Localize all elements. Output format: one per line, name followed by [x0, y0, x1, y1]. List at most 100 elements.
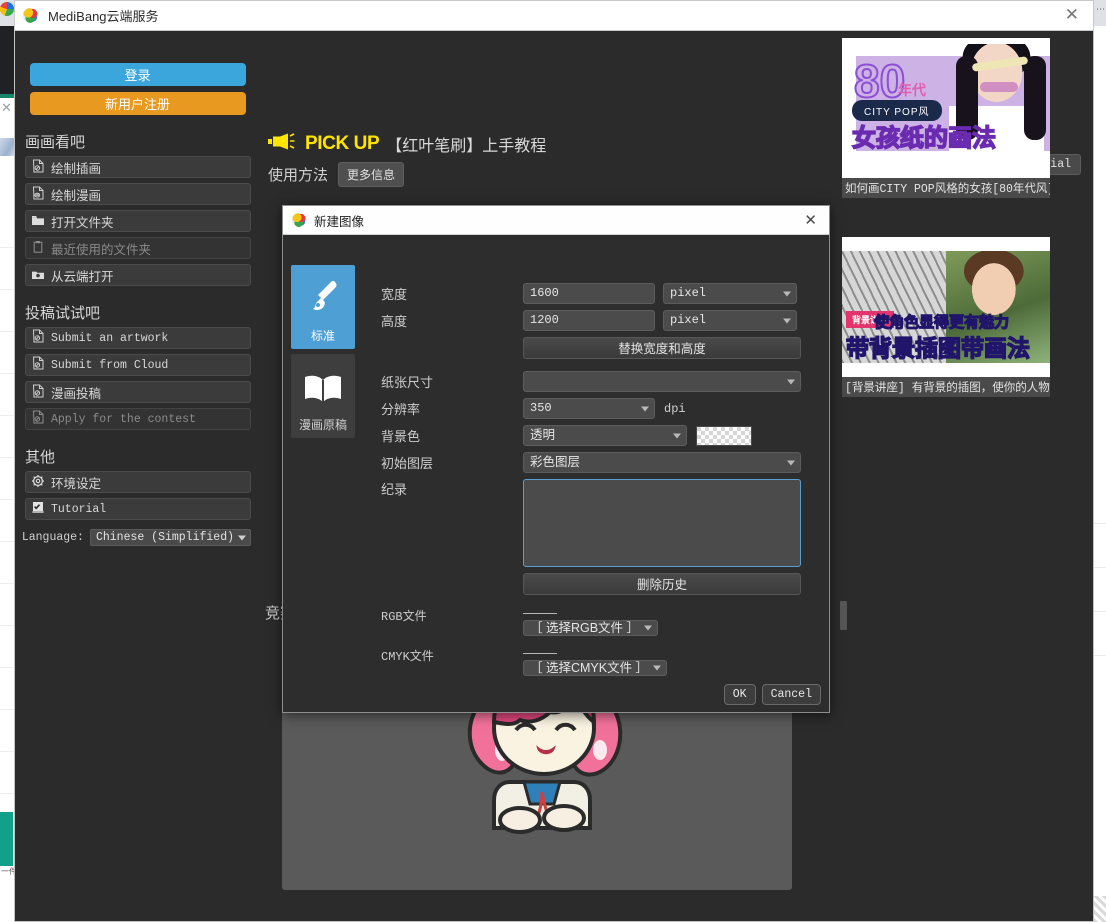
sidebar-item-label: 最近使用的文件夹: [51, 242, 152, 257]
cmyk-file-label: CMYK文件: [381, 650, 434, 664]
height-unit-value: pixel: [670, 313, 707, 327]
width-label: 宽度: [381, 287, 408, 302]
dialog-body: 标准 漫画原稿 宽度 1600 pixel 高度 1200 pixel 替换宽度…: [283, 235, 829, 713]
initial-layer-select[interactable]: 彩色图层: [523, 452, 801, 473]
sidebar-item-apply-contest[interactable]: Apply for the contest: [25, 408, 251, 430]
initial-layer-value: 彩色图层: [530, 455, 581, 469]
background-color-select[interactable]: 透明: [523, 425, 687, 446]
language-select[interactable]: Chinese (Simplified): [89, 529, 251, 546]
sidebar: 登录 新用户注册 画画看吧 绘制插画 绘制漫画 打开文件夹 最近使用的文件夹 从…: [15, 32, 260, 921]
background-right-rows: [1094, 480, 1106, 680]
chevron-down-icon: [641, 406, 649, 411]
tutorial-card-2[interactable]: 背景讲座 使角色显得更有魅力 带背景插图带画法 [背景讲座] 有背景的插图，使你…: [842, 237, 1050, 397]
resolution-label: 分辨率: [381, 402, 421, 417]
rgb-file-value: ［ 选择RGB文件 ］: [530, 621, 640, 635]
height-row: 高度 1200 pixel: [381, 310, 819, 331]
tutorial-card-caption: [背景讲座] 有背景的插图，使你的人物: [845, 382, 1050, 395]
register-button[interactable]: 新用户注册: [29, 92, 246, 115]
paper-size-row: 纸张尺寸: [381, 371, 819, 392]
paper-size-select[interactable]: [523, 371, 801, 392]
cloud-open-icon: [31, 267, 45, 284]
cmyk-file-select[interactable]: ［ 选择CMYK文件 ］: [523, 660, 668, 676]
dialog-close-button[interactable]: ✕: [804, 211, 817, 229]
history-listbox[interactable]: [523, 479, 801, 567]
resolution-row: 分辨率 350 dpi: [381, 398, 819, 419]
background-left-green-bar: [0, 94, 14, 98]
sidebar-item-draw-comic[interactable]: 绘制漫画: [25, 183, 251, 205]
background-color-value: 透明: [530, 428, 556, 442]
sidebar-item-submit-comic[interactable]: 漫画投稿: [25, 381, 251, 403]
canvas-type-standard[interactable]: 标准: [291, 265, 355, 349]
cmyk-file-divider: [523, 653, 557, 654]
sidebar-item-open-from-cloud[interactable]: 从云端打开: [25, 264, 251, 286]
chevron-down-icon: [783, 318, 791, 323]
canvas-type-column: 标准 漫画原稿: [291, 265, 355, 443]
delete-history-button[interactable]: 删除历史: [523, 573, 801, 595]
login-button[interactable]: 登录: [29, 63, 246, 86]
dialog-actions: OK Cancel: [723, 684, 821, 705]
submit-comic-icon: [31, 384, 45, 401]
sidebar-item-submit-artwork[interactable]: Submit an artwork: [25, 327, 251, 349]
width-unit-value: pixel: [670, 286, 707, 300]
gear-icon: [31, 474, 45, 491]
dpi-label: dpi: [664, 401, 686, 416]
sidebar-item-label: 从云端打开: [51, 269, 114, 284]
sidebar-item-draw-illustration[interactable]: 绘制插画: [25, 156, 251, 178]
paper-size-label: 纸张尺寸: [381, 375, 434, 390]
pickup-row: PICK UP 【红叶笔刷】上手教程: [268, 132, 546, 156]
sidebar-item-label: Submit from Cloud: [51, 358, 169, 372]
window-close-button[interactable]: ✕: [1065, 7, 1079, 24]
submit-cloud-icon: [31, 356, 45, 374]
height-input[interactable]: 1200: [523, 310, 655, 331]
canvas-type-label: 漫画原稿: [298, 418, 347, 432]
pickup-badge: PICK UP: [268, 132, 380, 156]
language-row: Language: Chinese (Simplified): [15, 529, 251, 546]
usage-row: 使用方法 更多信息: [268, 162, 405, 187]
resolution-value: 350: [530, 401, 552, 415]
dialog-title: 新建图像: [314, 214, 365, 229]
tutorial-card-1[interactable]: 80 年代 CITY POP风 女孩纸的画法 如何画CITY POP风格的女孩[…: [842, 38, 1050, 198]
chevron-down-icon: [783, 291, 791, 296]
sidebar-item-label: Tutorial: [51, 502, 107, 516]
background-right-strip: [1094, 26, 1106, 922]
book-icon: [302, 373, 344, 416]
width-unit-select[interactable]: pixel: [663, 283, 797, 304]
window-titlebar: MediBang云端服务 ✕: [14, 0, 1094, 31]
sidebar-item-recent-folder[interactable]: 最近使用的文件夹: [25, 237, 251, 259]
cancel-button[interactable]: Cancel: [761, 684, 821, 705]
sidebar-item-label: Submit an artwork: [51, 331, 169, 345]
language-label: Language:: [21, 531, 84, 544]
browser-overflow-icon: ⋯: [1096, 4, 1106, 14]
contest-icon: [31, 410, 45, 428]
background-teal-block: [0, 812, 13, 866]
sidebar-section-title-other: 其他: [25, 449, 56, 466]
canvas-type-manga[interactable]: 漫画原稿: [291, 354, 355, 438]
swap-width-height-button[interactable]: 替换宽度和高度: [523, 337, 801, 359]
chevron-down-icon: [787, 379, 795, 384]
ok-button[interactable]: OK: [723, 684, 756, 705]
resolution-select[interactable]: 350: [523, 398, 655, 419]
sidebar-item-tutorial[interactable]: Tutorial: [25, 498, 251, 520]
new-image-dialog: 新建图像 ✕ 标准 漫画原稿 宽度 1600 pixel 高度 1200 pix…: [282, 205, 830, 713]
height-unit-select[interactable]: pixel: [663, 310, 797, 331]
comic-file-icon: [31, 186, 45, 203]
rgb-file-select[interactable]: ［ 选择RGB文件 ］: [523, 620, 659, 636]
sidebar-item-label: 绘制漫画: [51, 188, 102, 203]
sidebar-item-open-folder[interactable]: 打开文件夹: [25, 210, 251, 232]
sidebar-item-label: 绘制插画: [51, 161, 102, 176]
chevron-down-icon: [787, 460, 795, 465]
sidebar-item-preferences[interactable]: 环境设定: [25, 471, 251, 493]
vertical-scrollbar-thumb[interactable]: [840, 601, 847, 630]
background-close-icon: ✕: [1, 100, 12, 115]
width-input[interactable]: 1600: [523, 283, 655, 304]
medibang-logo-icon: [23, 8, 38, 23]
tutorial-icon: [31, 500, 45, 518]
background-color-label: 背景色: [381, 429, 421, 444]
sidebar-item-label: 环境设定: [51, 476, 102, 491]
sidebar-item-submit-from-cloud[interactable]: Submit from Cloud: [25, 354, 251, 376]
chevron-down-icon: [673, 433, 681, 438]
background-hatch-corner: [1094, 896, 1106, 922]
sidebar-section-title-submit: 投稿试试吧: [25, 305, 101, 322]
thumb-era-label: 年代: [898, 82, 926, 98]
more-info-button[interactable]: 更多信息: [338, 162, 405, 187]
